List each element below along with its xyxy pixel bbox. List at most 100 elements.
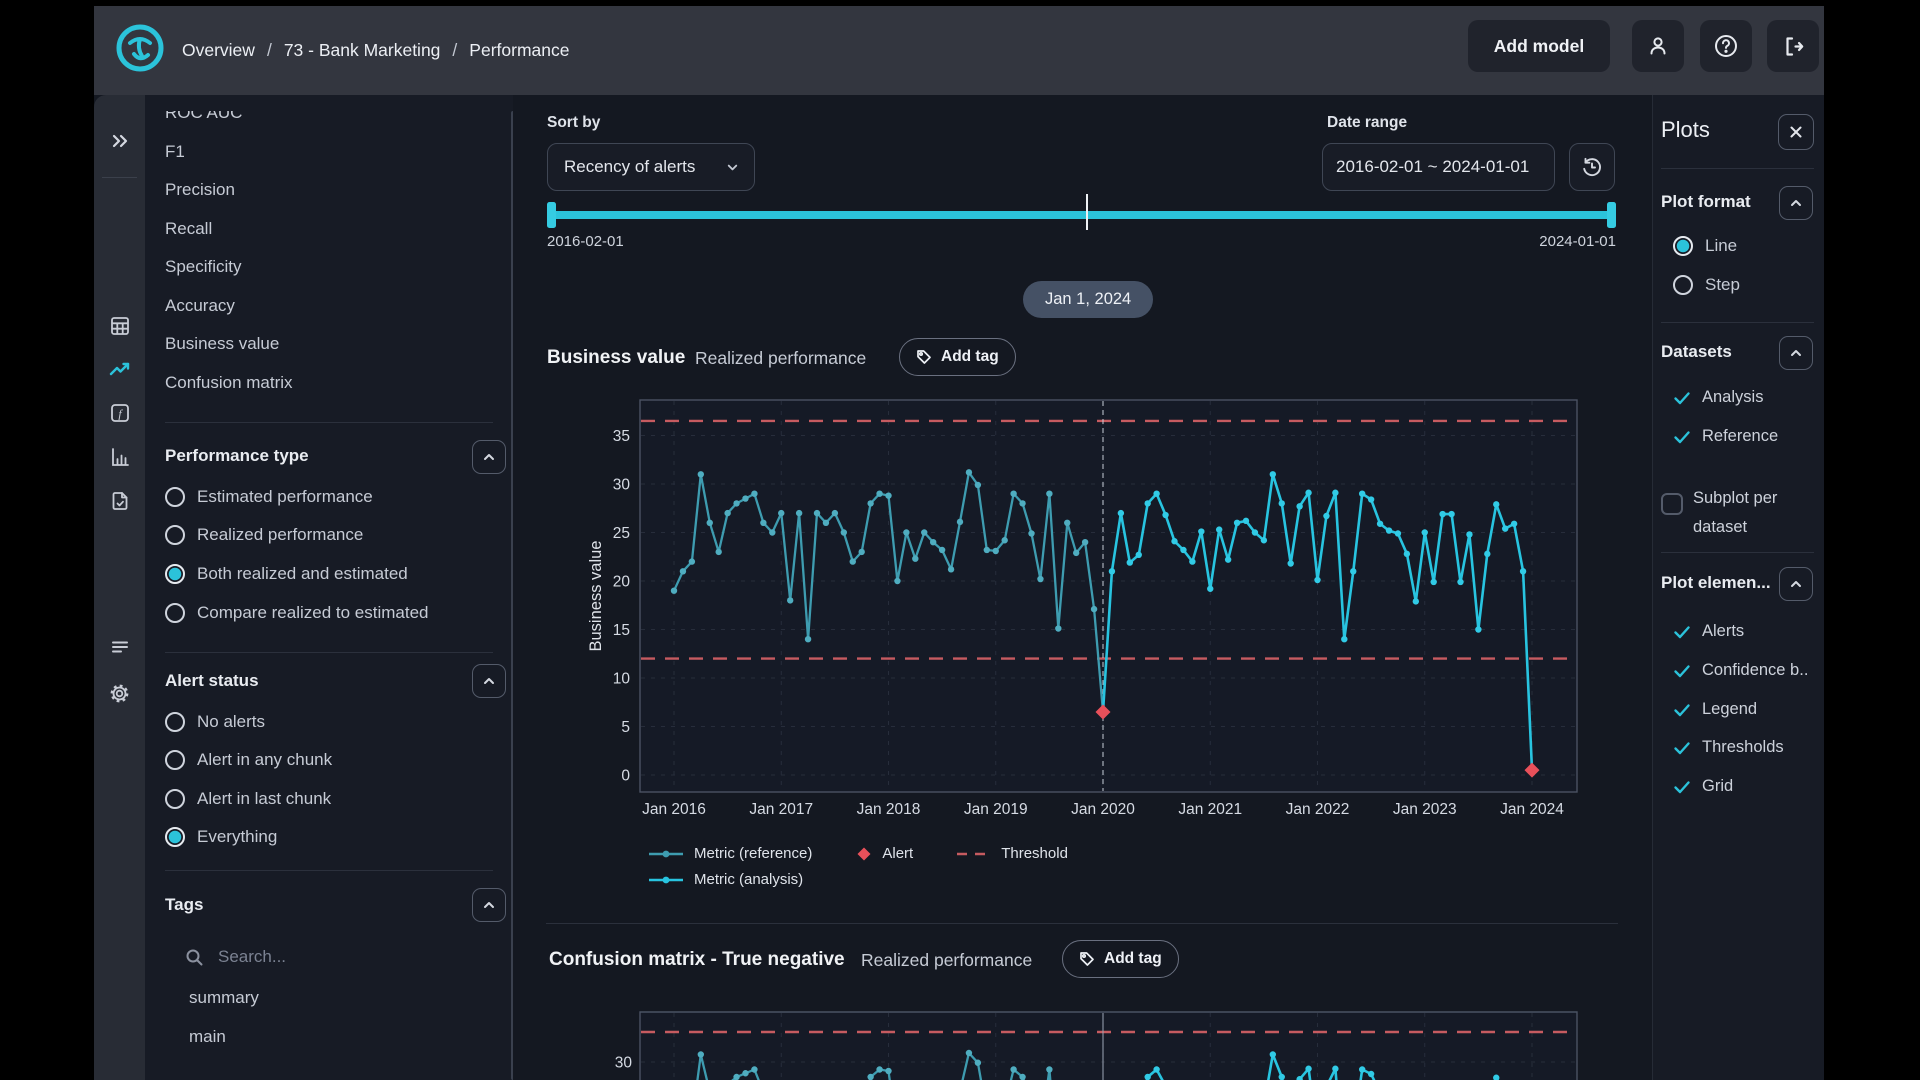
rail-item-menu[interactable] [94, 629, 145, 665]
tag-item-main[interactable]: main [189, 1027, 226, 1047]
logout-button[interactable] [1767, 20, 1819, 72]
tag-item-summary[interactable]: summary [189, 988, 259, 1008]
radio-unselected [165, 750, 185, 770]
collapse-tags-button[interactable] [472, 888, 506, 922]
check-icon [1673, 390, 1691, 406]
svg-text:Jan 2020: Jan 2020 [1071, 801, 1135, 818]
collapse-datasets-button[interactable] [1779, 336, 1813, 370]
rail-item-bar-chart[interactable] [94, 439, 145, 475]
line-swatch [648, 875, 684, 885]
divider [165, 652, 493, 653]
subplot-per-dataset-checkbox[interactable] [1661, 493, 1683, 515]
rail-item-function[interactable]: f [94, 395, 145, 431]
performance-type-estimated-performance[interactable]: Estimated performance [165, 487, 373, 507]
radio-unselected [1673, 275, 1693, 295]
plot-element-legend[interactable]: Legend [1673, 700, 1757, 719]
legend-item-metric-analysis-[interactable]: Metric (analysis) [648, 871, 803, 888]
filter-sidebar: ROC AUCF1PrecisionRecallSpecificityAccur… [145, 95, 513, 1080]
add-model-button[interactable]: Add model [1468, 20, 1610, 72]
breadcrumb-overview[interactable]: Overview [182, 40, 255, 61]
confusion-matrix-chart[interactable]: 30 [513, 1000, 1652, 1080]
performance-type-compare-realized-to-estimated[interactable]: Compare realized to estimated [165, 603, 429, 623]
add-tag-label: Add tag [941, 348, 999, 366]
metric-item-accuracy[interactable]: Accuracy [145, 287, 507, 326]
breadcrumb-model[interactable]: 73 - Bank Marketing [284, 40, 441, 61]
slider-end-date: 2024-01-01 [1539, 233, 1616, 250]
legend-item-alert[interactable]: Alert [856, 845, 913, 862]
svg-text:Jan 2018: Jan 2018 [857, 801, 921, 818]
metric-item-specificity[interactable]: Specificity [145, 248, 507, 287]
check-icon [1673, 740, 1691, 756]
metric-item-roc-auc[interactable]: ROC AUC [145, 111, 507, 133]
date-range-input[interactable]: 2016-02-01 ~ 2024-01-01 [1322, 143, 1555, 191]
legend-label: Metric (analysis) [694, 871, 803, 888]
alert-status-no-alerts[interactable]: No alerts [165, 712, 265, 732]
alert-status-alert-in-last-chunk[interactable]: Alert in last chunk [165, 789, 331, 809]
svg-text:Jan 2022: Jan 2022 [1286, 801, 1350, 818]
history-icon [1581, 156, 1603, 178]
radio-selected [165, 827, 185, 847]
user-button[interactable] [1632, 20, 1684, 72]
date-slider-track[interactable] [547, 211, 1616, 219]
section-divider [546, 923, 1618, 924]
metric-item-f1[interactable]: F1 [145, 133, 507, 172]
performance-type-realized-performance[interactable]: Realized performance [165, 525, 363, 545]
collapse-plot-format-button[interactable] [1779, 186, 1813, 220]
breadcrumb: Overview / 73 - Bank Marketing / Perform… [182, 6, 569, 95]
expand-sidebar-button[interactable] [94, 123, 145, 159]
reset-date-range-button[interactable] [1569, 143, 1615, 191]
breadcrumb-page: Performance [469, 40, 569, 61]
date-slider-handle-start[interactable] [547, 202, 556, 228]
radio-label: Step [1705, 275, 1740, 295]
plot-format-line[interactable]: Line [1673, 236, 1737, 256]
help-button[interactable] [1700, 20, 1752, 72]
svg-text:Jan 2019: Jan 2019 [964, 801, 1028, 818]
metric-item-business-value[interactable]: Business value [145, 325, 507, 364]
legend-item-threshold[interactable]: Threshold [957, 845, 1068, 862]
date-slider-marker[interactable] [1086, 194, 1088, 230]
rail-item-performance[interactable] [94, 352, 145, 388]
logout-icon [1781, 34, 1806, 59]
app-logo[interactable] [113, 21, 167, 75]
rail-item-table[interactable] [94, 308, 145, 344]
svg-text:15: 15 [613, 622, 630, 639]
performance-type-both-realized-and-estimated[interactable]: Both realized and estimated [165, 564, 408, 584]
plot-element-alerts[interactable]: Alerts [1673, 622, 1744, 641]
diamond-swatch [856, 846, 872, 862]
radio-label: Alert in any chunk [197, 750, 332, 770]
metric-item-precision[interactable]: Precision [145, 171, 507, 210]
plot-element-confidence-b-[interactable]: Confidence b.. [1673, 661, 1808, 680]
collapse-alert-status-button[interactable] [472, 664, 506, 698]
tag-search-input[interactable]: Search... [185, 947, 286, 967]
alert-status-everything[interactable]: Everything [165, 827, 277, 847]
alert-status-heading: Alert status [165, 671, 259, 691]
line-swatch [648, 849, 684, 859]
metric-item-recall[interactable]: Recall [145, 210, 507, 249]
plot-element-thresholds[interactable]: Thresholds [1673, 738, 1784, 757]
plot-format-step[interactable]: Step [1673, 275, 1740, 295]
collapse-plot-elements-button[interactable] [1779, 567, 1813, 601]
breadcrumb-separator: / [452, 40, 457, 61]
rail-item-report[interactable] [94, 483, 145, 519]
dataset-reference[interactable]: Reference [1673, 427, 1778, 446]
rail-item-settings[interactable] [94, 675, 145, 711]
chart2-add-tag-button[interactable]: Add tag [1062, 940, 1179, 978]
dash-swatch [957, 849, 991, 859]
close-plots-panel-button[interactable] [1778, 114, 1814, 150]
metric-item-confusion-matrix[interactable]: Confusion matrix [145, 364, 507, 403]
date-slider-handle-end[interactable] [1607, 202, 1616, 228]
chevron-up-icon [481, 897, 497, 913]
plot-element-grid[interactable]: Grid [1673, 777, 1733, 796]
dataset-analysis[interactable]: Analysis [1673, 388, 1763, 407]
alert-status-alert-in-any-chunk[interactable]: Alert in any chunk [165, 750, 332, 770]
svg-text:5: 5 [621, 719, 630, 736]
legend-item-metric-reference-[interactable]: Metric (reference) [648, 845, 812, 862]
chart1-add-tag-button[interactable]: Add tag [899, 338, 1016, 376]
main-content: Sort by Recency of alerts Date range 201… [513, 95, 1652, 1080]
sort-by-select[interactable]: Recency of alerts [547, 143, 755, 191]
svg-text:30: 30 [615, 1055, 633, 1072]
chart2-subtitle: Realized performance [861, 950, 1032, 971]
business-value-chart[interactable]: 05101520253035Jan 2016Jan 2017Jan 2018Ja… [513, 390, 1652, 835]
radio-unselected [165, 712, 185, 732]
collapse-performance-type-button[interactable] [472, 440, 506, 474]
